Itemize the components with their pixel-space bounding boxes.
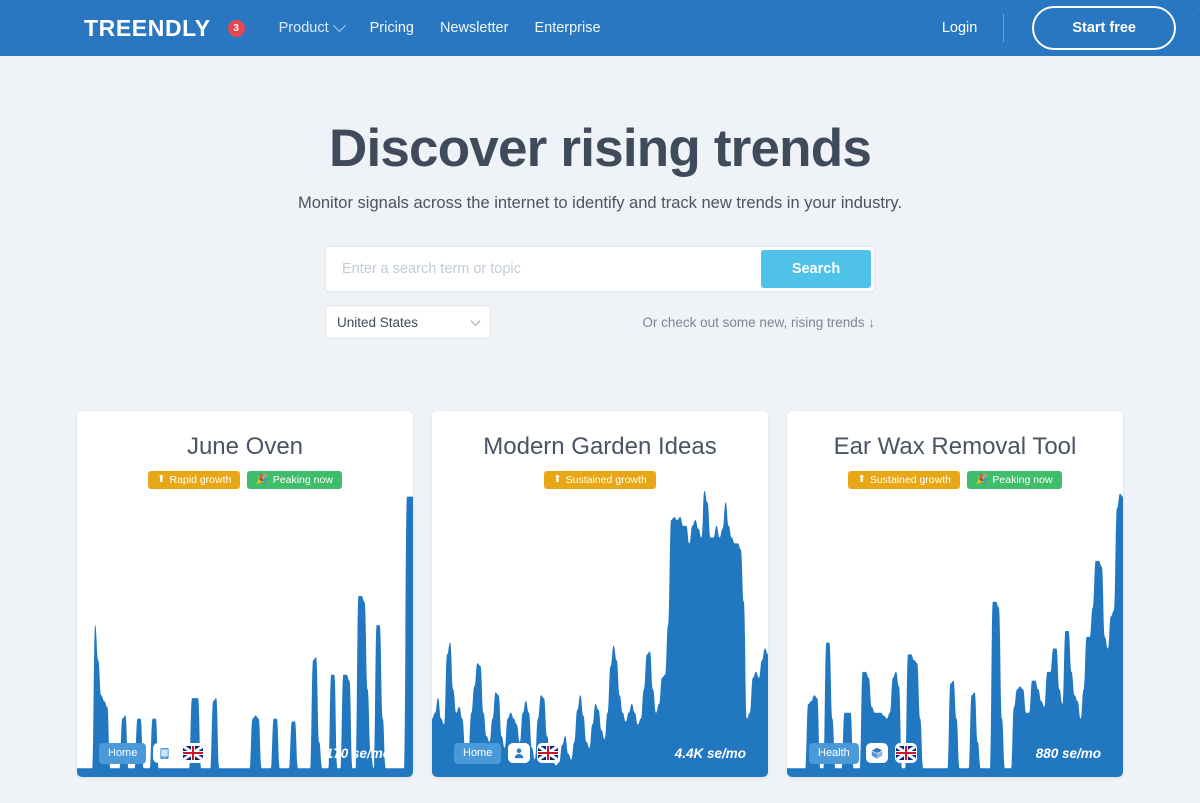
status-badge-label: Peaking now [992, 475, 1052, 486]
status-badge: ⬆ Rapid growth [148, 471, 240, 490]
card-header: Modern Garden Ideas ⬆ Sustained growth [432, 411, 768, 489]
status-badge-label: Sustained growth [566, 475, 647, 486]
package-box-icon [866, 743, 888, 763]
trend-card[interactable]: Ear Wax Removal Tool ⬆ Sustained growth … [787, 411, 1123, 777]
top-navbar: TREENDLY 3 Product Pricing Newsletter En… [0, 0, 1200, 56]
card-title: Modern Garden Ideas [432, 433, 768, 461]
mobile-phone-icon [153, 743, 175, 763]
category-tag[interactable]: Home [454, 743, 501, 764]
category-tag[interactable]: Health [809, 743, 859, 764]
card-title: Ear Wax Removal Tool [787, 433, 1123, 461]
celebration-icon: 🎉 [256, 475, 268, 485]
search-volume: 170 se/mo [326, 746, 391, 761]
card-badges: ⬆ Sustained growth [432, 471, 768, 490]
brand-notification-badge: 3 [228, 20, 245, 37]
status-badge-label: Peaking now [273, 475, 333, 486]
start-free-button[interactable]: Start free [1032, 6, 1176, 50]
card-footer: Home 170 se/mo [77, 729, 413, 777]
trend-card[interactable]: June Oven ⬆ Rapid growth 🎉 Peaking now H… [77, 411, 413, 777]
card-footer: Health 880 se/mo [787, 729, 1123, 777]
nav-item-newsletter[interactable]: Newsletter [440, 20, 509, 36]
page-title: Discover rising trends [0, 120, 1200, 178]
status-badge: 🎉 Peaking now [247, 471, 342, 490]
status-badge-label: Rapid growth [169, 475, 231, 486]
search-volume: 4.4K se/mo [675, 746, 746, 761]
trend-cards-row: June Oven ⬆ Rapid growth 🎉 Peaking now H… [0, 411, 1200, 777]
search-bar: Search [325, 246, 875, 292]
uk-flag-icon [537, 743, 559, 763]
search-section: Search United States Or check out some n… [325, 246, 875, 339]
page-subtitle: Monitor signals across the internet to i… [0, 194, 1200, 213]
chevron-down-icon [471, 316, 481, 326]
status-badge: ⬆ Sustained growth [848, 471, 960, 490]
arrow-up-icon: ⬆ [157, 475, 165, 485]
card-badges: ⬆ Rapid growth 🎉 Peaking now [77, 471, 413, 490]
search-options-row: United States Or check out some new, ris… [325, 305, 875, 339]
card-header: June Oven ⬆ Rapid growth 🎉 Peaking now [77, 411, 413, 489]
country-select-value: United States [337, 315, 418, 330]
nav-divider [1003, 14, 1004, 42]
nav-links: Product Pricing Newsletter Enterprise [279, 20, 601, 36]
country-select[interactable]: United States [325, 305, 491, 339]
nav-item-pricing[interactable]: Pricing [370, 20, 414, 36]
card-title: June Oven [77, 433, 413, 461]
nav-item-enterprise[interactable]: Enterprise [534, 20, 600, 36]
nav-item-product[interactable]: Product [279, 20, 344, 36]
card-badges: ⬆ Sustained growth 🎉 Peaking now [787, 471, 1123, 490]
arrow-up-icon: ⬆ [857, 475, 865, 485]
uk-flag-icon [895, 743, 917, 763]
card-footer: Home 4.4K se/mo [432, 729, 768, 777]
nav-item-product-label: Product [279, 20, 329, 36]
status-badge: 🎉 Peaking now [967, 471, 1062, 490]
category-tag[interactable]: Home [99, 743, 146, 764]
nav-right-group: Login Start free [942, 6, 1176, 50]
rising-trends-hint[interactable]: Or check out some new, rising trends ↓ [642, 315, 875, 330]
hero-section: Discover rising trends Monitor signals a… [0, 56, 1200, 339]
chevron-down-icon [333, 19, 346, 32]
status-badge-label: Sustained growth [870, 475, 951, 486]
login-link[interactable]: Login [942, 20, 1003, 36]
brand-name: TREENDLY [84, 17, 211, 40]
person-icon [508, 743, 530, 763]
brand-logo[interactable]: TREENDLY 3 [84, 17, 245, 40]
search-volume: 880 se/mo [1036, 746, 1101, 761]
search-button[interactable]: Search [761, 250, 871, 288]
status-badge: ⬆ Sustained growth [544, 471, 656, 490]
uk-flag-icon [182, 743, 204, 763]
celebration-icon: 🎉 [976, 475, 988, 485]
search-input[interactable] [326, 247, 761, 291]
arrow-up-icon: ⬆ [553, 475, 561, 485]
trend-card[interactable]: Modern Garden Ideas ⬆ Sustained growth H… [432, 411, 768, 777]
card-header: Ear Wax Removal Tool ⬆ Sustained growth … [787, 411, 1123, 489]
